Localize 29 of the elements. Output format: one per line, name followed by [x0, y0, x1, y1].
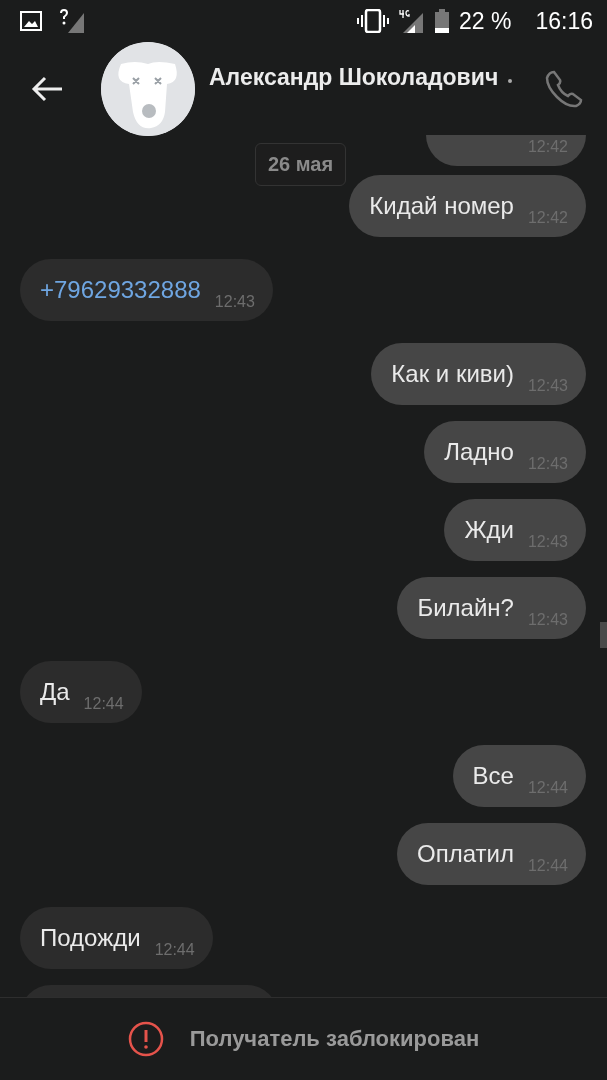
vibrate-icon — [357, 9, 389, 33]
message-text: Билайн? — [417, 594, 514, 622]
contact-name: Александр Шоколадович — [209, 64, 499, 91]
message-text: Да — [40, 678, 70, 706]
message-time: 12:44 — [83, 696, 124, 712]
message-time: 12:43 — [214, 294, 255, 310]
warning-icon — [127, 1021, 164, 1057]
phone-icon[interactable] — [545, 70, 583, 108]
network-icon — [399, 9, 425, 33]
dot-icon — [508, 79, 513, 83]
clock: 16:16 — [535, 7, 593, 35]
blocked-notice: Получатель заблокирован — [189, 1026, 480, 1052]
avatar[interactable] — [101, 41, 195, 136]
message-text: Жди — [464, 516, 514, 544]
message-time: 12:44 — [154, 942, 195, 958]
battery-level: 22 % — [459, 7, 512, 35]
message-text: Как и киви) — [391, 360, 514, 388]
signal-icon — [60, 9, 84, 33]
battery-icon — [435, 9, 449, 33]
image-icon — [20, 11, 42, 31]
date-chip: 26 мая — [255, 143, 347, 186]
message-text: Все — [472, 762, 514, 790]
back-arrow-icon[interactable] — [31, 75, 63, 102]
message-text: Оплатил — [417, 840, 514, 868]
scroll-indicator — [600, 622, 607, 648]
message-text: Подожди — [40, 924, 141, 952]
message-text: Ладно — [444, 438, 514, 466]
phone-link[interactable]: +79629332888 — [40, 276, 201, 304]
message-text: Кидай номер — [369, 192, 514, 220]
